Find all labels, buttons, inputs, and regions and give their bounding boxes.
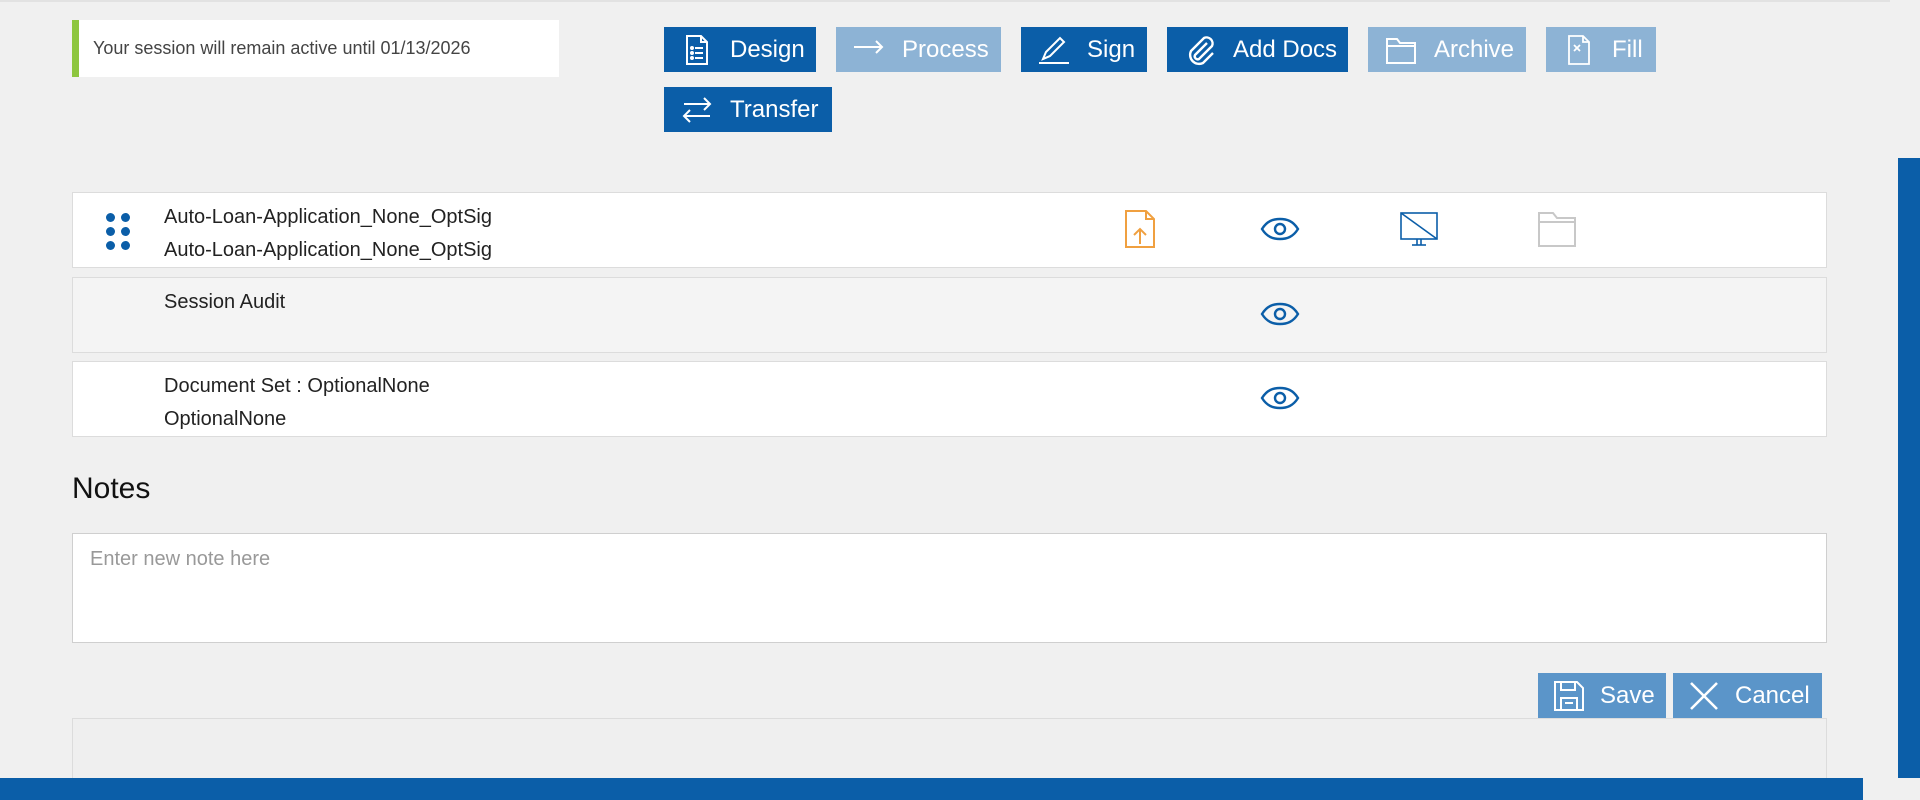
cancel-label: Cancel bbox=[1735, 681, 1810, 709]
document-list-icon bbox=[680, 33, 714, 67]
view-eye-icon[interactable] bbox=[1258, 380, 1302, 416]
save-button[interactable]: Save bbox=[1538, 673, 1666, 718]
view-eye-icon[interactable] bbox=[1258, 211, 1302, 247]
fill-label: Fill bbox=[1612, 35, 1643, 63]
notes-title: Notes bbox=[72, 472, 151, 505]
folder-icon[interactable] bbox=[1535, 207, 1579, 251]
design-button[interactable]: Design bbox=[664, 27, 816, 72]
document-name: Session Audit bbox=[164, 291, 286, 313]
save-label: Save bbox=[1600, 681, 1655, 709]
archive-button[interactable]: Archive bbox=[1368, 27, 1526, 72]
archive-label: Archive bbox=[1434, 35, 1515, 63]
document-name: Document Set : OptionalNone bbox=[164, 375, 430, 397]
folder-icon bbox=[1384, 33, 1418, 67]
top-edge bbox=[0, 0, 1890, 2]
drag-handle-icon[interactable] bbox=[103, 211, 133, 253]
session-message: Your session will remain active until 01… bbox=[93, 38, 471, 58]
notes-input[interactable] bbox=[72, 533, 1827, 643]
scrollbar-rail[interactable] bbox=[1898, 158, 1920, 778]
close-icon bbox=[1687, 679, 1721, 713]
document-subname: Auto-Loan-Application_None_OptSig bbox=[164, 239, 492, 261]
paperclip-icon bbox=[1183, 33, 1217, 67]
transfer-label: Transfer bbox=[730, 95, 819, 123]
process-button[interactable]: Process bbox=[836, 27, 1001, 72]
document-name: Auto-Loan-Application_None_OptSig bbox=[164, 206, 492, 228]
sign-button[interactable]: Sign bbox=[1021, 27, 1147, 72]
transfer-arrows-icon bbox=[680, 93, 714, 127]
transfer-button[interactable]: Transfer bbox=[664, 87, 832, 132]
design-label: Design bbox=[730, 35, 805, 63]
cancel-button[interactable]: Cancel bbox=[1673, 673, 1822, 718]
footer-bar bbox=[0, 778, 1863, 800]
document-row[interactable]: Session Audit bbox=[72, 277, 1827, 353]
process-label: Process bbox=[902, 35, 989, 63]
session-banner: Your session will remain active until 01… bbox=[72, 20, 559, 77]
arrow-right-icon bbox=[852, 33, 886, 67]
view-eye-icon[interactable] bbox=[1258, 296, 1302, 332]
monitor-disabled-icon[interactable] bbox=[1397, 207, 1441, 251]
lower-panel bbox=[72, 718, 1827, 778]
save-disk-icon bbox=[1552, 679, 1586, 713]
sign-label: Sign bbox=[1087, 35, 1136, 63]
document-row[interactable]: Auto-Loan-Application_None_OptSig Auto-L… bbox=[72, 192, 1827, 268]
document-subname: OptionalNone bbox=[164, 408, 287, 430]
add-docs-button[interactable]: Add Docs bbox=[1167, 27, 1348, 72]
document-fill-icon bbox=[1562, 33, 1596, 67]
add-docs-label: Add Docs bbox=[1233, 35, 1338, 63]
fill-button[interactable]: Fill bbox=[1546, 27, 1656, 72]
upload-file-icon[interactable] bbox=[1120, 207, 1160, 251]
document-row[interactable]: Document Set : OptionalNone OptionalNone bbox=[72, 361, 1827, 437]
pen-sign-icon bbox=[1037, 33, 1071, 67]
